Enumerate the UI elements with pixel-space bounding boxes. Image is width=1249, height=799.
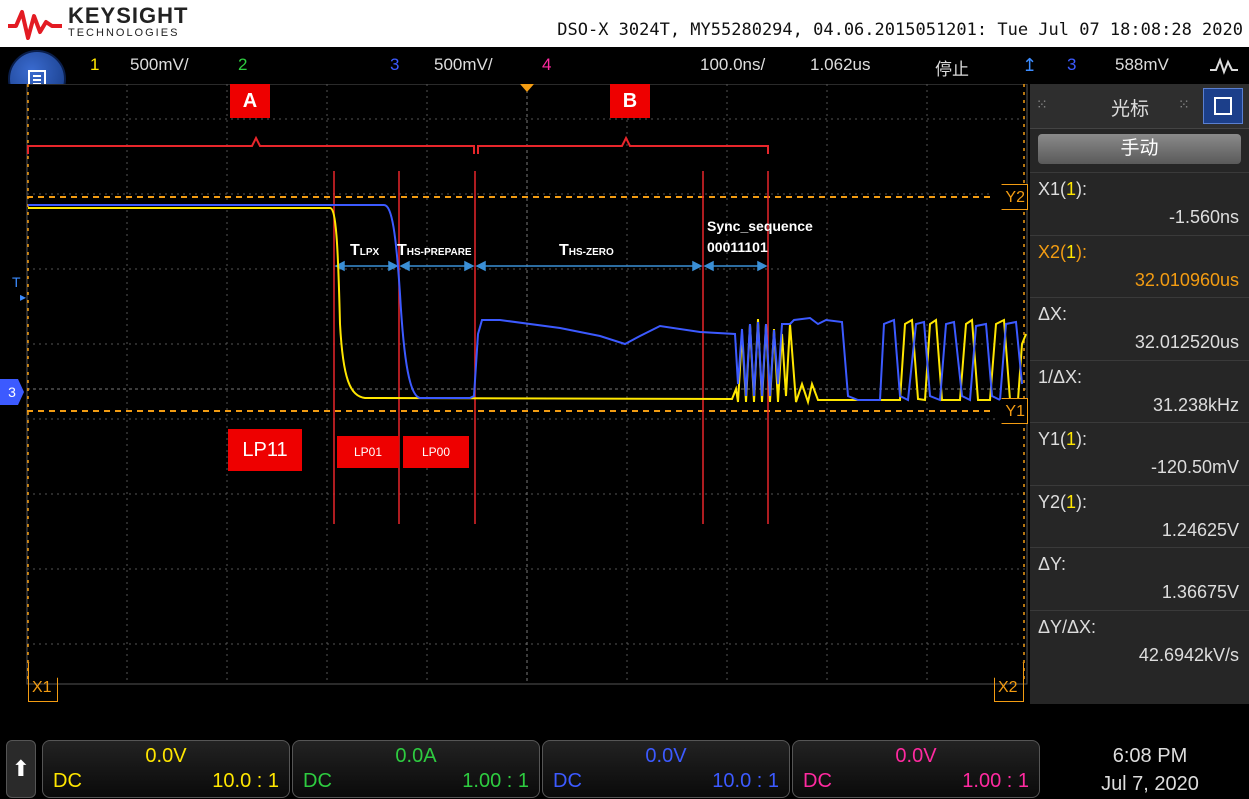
cursor-readout-row: ΔX: 32.012520us bbox=[1030, 297, 1249, 360]
ch2-number[interactable]: 2 bbox=[238, 55, 247, 75]
ths-zero-main: T bbox=[559, 242, 569, 259]
channel-4-box[interactable]: 0.0V DC 1.00 : 1 bbox=[792, 740, 1040, 798]
drag-handle-icon[interactable]: ⁙ bbox=[1036, 96, 1048, 113]
channel-3-box[interactable]: 0.0V DC 10.0 : 1 bbox=[542, 740, 790, 798]
device-info: DSO-X 3024T, MY55280294, 04.06.201505120… bbox=[557, 20, 1243, 40]
waveform-canvas[interactable] bbox=[0, 83, 1030, 704]
readout-value: 42.6942kV/s bbox=[1138, 644, 1239, 665]
readout-label: X1(1): bbox=[1038, 179, 1088, 199]
readout-value: 31.238kHz bbox=[1152, 394, 1239, 415]
clock-time: 6:08 PM bbox=[1112, 745, 1188, 767]
ch3-trace bbox=[28, 204, 1023, 402]
label-tlpx: TLPX bbox=[350, 242, 379, 260]
waveform-display[interactable]: A B LP11 LP01 LP00 TLPX THS-PREPARE THS-… bbox=[0, 83, 1030, 704]
trigger-level-arrow-icon: ▸ bbox=[20, 290, 27, 304]
channel-offset: 0.0V bbox=[645, 745, 687, 767]
cursor-readout-row: ΔY: 1.36675V bbox=[1030, 547, 1249, 610]
channel-offset: 0.0V bbox=[895, 745, 937, 767]
readout-value: 1.36675V bbox=[1161, 582, 1239, 602]
ths-zero-sub: HS-ZERO bbox=[568, 247, 614, 258]
readout-value: 32.012520us bbox=[1134, 332, 1239, 352]
channel-coupling: DC bbox=[553, 770, 582, 792]
label-sync-sequence: Sync_sequence 00011101 bbox=[707, 216, 813, 258]
acquire-mode-icon[interactable] bbox=[1208, 56, 1240, 76]
cursor-panel-title: 光标 bbox=[1110, 99, 1149, 120]
cursor-readout-row: ΔY/ΔX: 42.6942kV/s bbox=[1030, 609, 1249, 673]
clock: 6:08 PM Jul 7, 2020 bbox=[1060, 742, 1240, 798]
keysight-logo-icon bbox=[8, 10, 62, 40]
readout-label: 1/ΔX: bbox=[1038, 366, 1083, 387]
timing-boundary-lines bbox=[333, 171, 769, 524]
cursor-readout-row: 1/ΔX: 31.238kHz bbox=[1030, 359, 1249, 423]
cursor-readout-row: X2(1): 32.010960us bbox=[1030, 234, 1249, 298]
tlpx-sub: LPX bbox=[359, 247, 380, 258]
scope-status-bar: 1 500mV/ 2 3 500mV/ 4 100.0ns/ 1.062us 停… bbox=[0, 47, 1249, 84]
up-arrow-icon[interactable]: ⬆ bbox=[6, 740, 36, 798]
ths-prep-main: T bbox=[397, 242, 407, 259]
brand-subtitle: TECHNOLOGIES bbox=[68, 27, 180, 39]
panel-menu-button[interactable] bbox=[1203, 88, 1243, 124]
cursor-readout-row: X1(1): -1.560ns bbox=[1030, 172, 1249, 235]
channel-probe-ratio: 1.00 : 1 bbox=[462, 770, 529, 792]
cursor-panel-header: ⁙ 光标 ⁙ bbox=[1030, 84, 1249, 129]
label-b: B bbox=[610, 84, 650, 118]
clock-date: Jul 7, 2020 bbox=[1101, 773, 1199, 795]
readout-label: Y1(1): bbox=[1038, 429, 1088, 449]
channel-1-box[interactable]: 0.0V DC 10.0 : 1 bbox=[42, 740, 290, 798]
label-ths-prepare: THS-PREPARE bbox=[397, 242, 472, 260]
readout-label: Y2(1): bbox=[1038, 491, 1088, 512]
sync-line-1: Sync_sequence bbox=[707, 218, 813, 234]
timebase[interactable]: 100.0ns/ bbox=[700, 55, 765, 75]
label-a: A bbox=[230, 84, 270, 118]
trigger-level-marker[interactable]: T bbox=[12, 274, 21, 290]
ch3-scale[interactable]: 500mV/ bbox=[434, 55, 493, 75]
readout-value: 32.010960us bbox=[1134, 269, 1239, 290]
channel-bar: ⬆ 0.0V DC 10.0 : 1 0.0A DC 1.00 : 1 0.0V DC 10.0… bbox=[0, 704, 1249, 799]
trigger-level[interactable]: 588mV bbox=[1115, 55, 1169, 75]
cursor-panel: ⁙ 光标 ⁙ 手动 X1(1): -1.560ns X2(1): 32.010960u… bbox=[1030, 84, 1249, 704]
drag-handle-right-icon[interactable]: ⁙ bbox=[1178, 96, 1190, 113]
trigger-channel[interactable]: 3 bbox=[1067, 55, 1076, 75]
tlpx-main: T bbox=[350, 242, 360, 259]
channel-2-box[interactable]: 0.0A DC 1.00 : 1 bbox=[292, 740, 540, 798]
run-state[interactable]: 停止 bbox=[935, 55, 969, 80]
trigger-edge-icon[interactable]: ↥ bbox=[1022, 55, 1037, 76]
trigger-position-marker[interactable] bbox=[520, 84, 534, 92]
header-bar: KEYSIGHT TECHNOLOGIES DSO-X 3024T, MY552… bbox=[0, 0, 1249, 47]
readout-value: -120.50mV bbox=[1150, 457, 1239, 477]
ch4-number[interactable]: 4 bbox=[542, 55, 551, 75]
channel-coupling: DC bbox=[53, 770, 82, 792]
brace-a bbox=[27, 135, 475, 154]
readout-label: X2(1): bbox=[1038, 241, 1088, 262]
channel-offset: 0.0V bbox=[145, 745, 187, 767]
brace-b bbox=[477, 135, 769, 154]
time-delay[interactable]: 1.062us bbox=[810, 55, 871, 75]
ch1-number[interactable]: 1 bbox=[90, 55, 99, 75]
sync-line-2: 00011101 bbox=[707, 239, 768, 255]
cursor-readout-row: Y2(1): 1.24625V bbox=[1030, 484, 1249, 548]
readout-label: ΔY/ΔX: bbox=[1038, 616, 1097, 637]
ths-prep-sub: HS-PREPARE bbox=[406, 247, 472, 258]
label-lp01: LP01 bbox=[337, 436, 399, 468]
cursor-mode-button[interactable]: 手动 bbox=[1038, 134, 1241, 164]
channel-coupling: DC bbox=[303, 770, 332, 792]
channel-offset: 0.0A bbox=[395, 745, 437, 767]
channel-coupling: DC bbox=[803, 770, 832, 792]
readout-label: ΔX: bbox=[1038, 304, 1068, 324]
label-lp00: LP00 bbox=[403, 436, 469, 468]
menu-icon bbox=[1214, 97, 1232, 115]
readout-value: 1.24625V bbox=[1161, 519, 1239, 540]
brand-name: KEYSIGHT bbox=[68, 3, 189, 28]
channel-probe-ratio: 10.0 : 1 bbox=[712, 770, 779, 792]
label-lp11: LP11 bbox=[228, 429, 302, 471]
cursor-readout-row: Y1(1): -120.50mV bbox=[1030, 422, 1249, 485]
channel-probe-ratio: 1.00 : 1 bbox=[962, 770, 1029, 792]
channel-probe-ratio: 10.0 : 1 bbox=[212, 770, 279, 792]
ch1-scale[interactable]: 500mV/ bbox=[130, 55, 189, 75]
readout-label: ΔY: bbox=[1038, 554, 1067, 574]
ch3-number[interactable]: 3 bbox=[390, 55, 399, 75]
label-ths-zero: THS-ZERO bbox=[559, 242, 614, 260]
readout-value: -1.560ns bbox=[1168, 207, 1239, 227]
